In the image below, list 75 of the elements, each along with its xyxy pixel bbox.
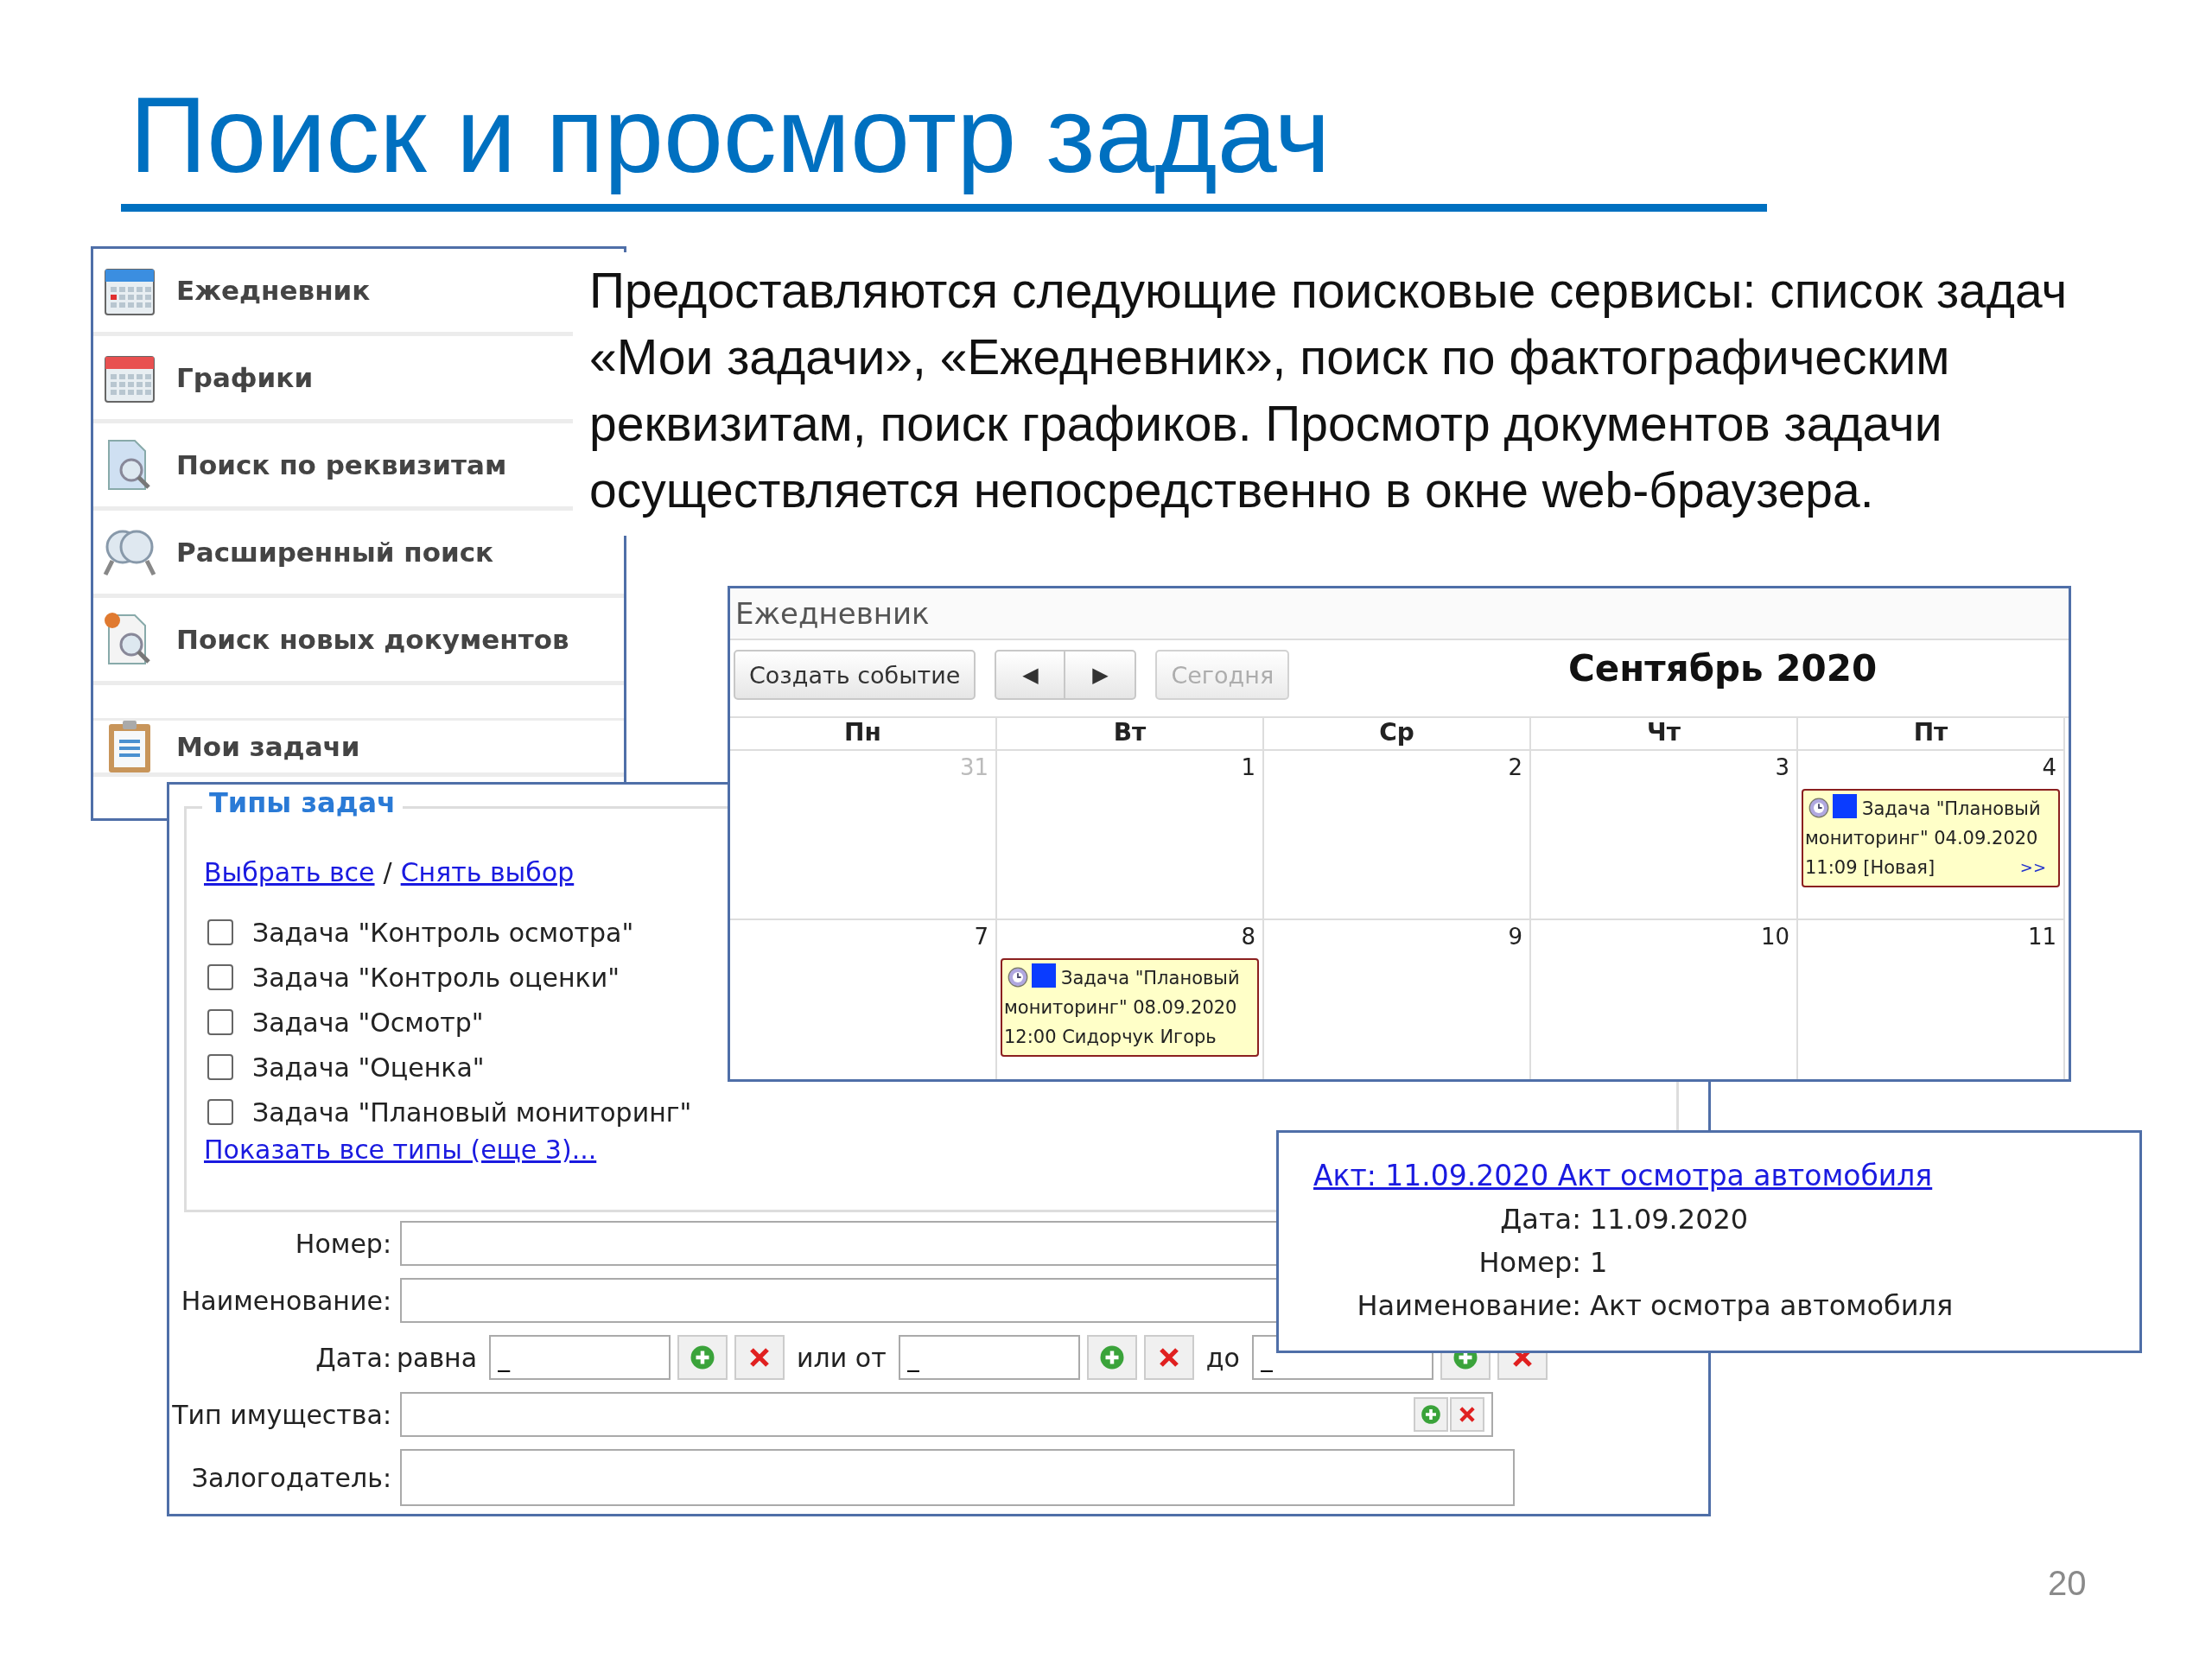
checkbox[interactable]	[207, 1009, 233, 1035]
field-label: Дата:	[1499, 1203, 1581, 1236]
field-value: Акт осмотра автомобиля	[1590, 1289, 1955, 1322]
checkbox-label: Задача "Плановый мониторинг"	[252, 1096, 692, 1128]
add-button[interactable]	[1086, 1335, 1137, 1380]
window-title: Ежедневник	[730, 588, 2069, 640]
day-number: 7	[973, 923, 989, 950]
date-field[interactable]: _	[898, 1335, 1080, 1380]
day-number: 1	[1240, 753, 1256, 780]
add-button[interactable]	[1414, 1397, 1448, 1432]
field-value: 1	[1590, 1246, 1609, 1279]
month-title: Сентябрь 2020	[1568, 647, 1878, 690]
weekday-header: Пт	[1798, 718, 2065, 751]
weekday-header: Ср	[1264, 718, 1531, 751]
input-field[interactable]	[400, 1449, 1515, 1506]
field-label: Номер:	[1478, 1246, 1581, 1279]
day-number: 4	[2041, 753, 2057, 780]
page-number: 20	[2048, 1564, 2087, 1603]
next-button[interactable]: ▶	[1065, 650, 1137, 700]
document-link[interactable]: Акт: 11.09.2020 Акт осмотра автомобиля	[1313, 1159, 1933, 1192]
plus-icon	[1098, 1344, 1125, 1370]
plus-icon	[1421, 1404, 1441, 1425]
calendar-event[interactable]: Задача "Плановый мониторинг" 08.09.2020 12:00 Сидорчук Игорь	[1001, 958, 1259, 1057]
plus-icon	[690, 1344, 716, 1370]
menu-item[interactable]: Поиск по реквизитам	[93, 423, 573, 511]
day-number: 2	[1507, 753, 1523, 780]
checkbox[interactable]	[207, 1099, 233, 1125]
field-value: 11.09.2020	[1590, 1203, 1750, 1236]
field-label: Залогодатель:	[190, 1462, 391, 1493]
previous-button[interactable]: ◀	[995, 650, 1066, 700]
checkbox-label: Задача "Оценка"	[252, 1052, 485, 1083]
field-label: Дата:	[315, 1342, 391, 1373]
show-all-link[interactable]: Показать все типы (еще 3)...	[204, 1135, 597, 1165]
add-button[interactable]	[677, 1335, 728, 1380]
day-number: 31	[958, 753, 989, 780]
clock-icon	[1808, 798, 1829, 818]
day-number: 10	[1759, 923, 1790, 950]
select-all-link[interactable]: Выбрать все	[204, 857, 375, 887]
menu-item[interactable]: Мои задачи	[93, 718, 624, 777]
weekday-header: Чт	[1531, 718, 1798, 751]
menu-item[interactable]: Ежедневник	[93, 249, 573, 336]
field-label: Номер:	[294, 1228, 391, 1259]
clock-icon	[1007, 967, 1028, 988]
field-label: или от	[797, 1342, 887, 1373]
checkbox[interactable]	[207, 1054, 233, 1080]
day-number: 8	[1240, 923, 1256, 950]
field-label: Тип имущества:	[171, 1399, 391, 1430]
input-field[interactable]	[400, 1392, 1493, 1437]
calendar-event[interactable]: Задача "Плановый мониторинг" 04.09.2020 11:09 [Новая] >>	[1802, 789, 2060, 887]
field-label: равна	[397, 1342, 478, 1373]
clear-button[interactable]	[734, 1335, 785, 1380]
create-event-button[interactable]: Создать событие	[734, 650, 976, 700]
checkbox[interactable]	[207, 919, 233, 945]
checkbox-label: Задача "Контроль оценки"	[252, 962, 620, 993]
menu-item[interactable]: Поиск новых документов	[93, 598, 624, 685]
menu-item[interactable]: Расширенный поиск	[93, 511, 624, 598]
checkbox-label: Задача "Контроль осмотра"	[252, 917, 634, 948]
weekday-header: Пн	[730, 718, 997, 751]
date-field[interactable]: _	[489, 1335, 671, 1380]
menu-item[interactable]: Графики	[93, 336, 573, 423]
more-link[interactable]: >>	[2019, 853, 2046, 882]
field-label: до	[1205, 1342, 1240, 1373]
day-number: 11	[2026, 923, 2057, 950]
field-label: Наименование:	[1356, 1289, 1581, 1322]
deselect-link[interactable]: Снять выбор	[400, 857, 575, 887]
weekday-header: Вт	[997, 718, 1264, 751]
slide-title: Поиск и просмотр задач	[130, 76, 1331, 194]
clear-button[interactable]	[1143, 1335, 1194, 1380]
field-label: Наименование:	[180, 1285, 391, 1316]
checkbox[interactable]	[207, 964, 233, 990]
day-number: 9	[1507, 923, 1523, 950]
day-number: 3	[1774, 753, 1790, 780]
clear-button[interactable]	[1450, 1397, 1484, 1432]
separator-text: /	[383, 857, 392, 887]
checkbox-label: Задача "Осмотр"	[252, 1007, 484, 1038]
